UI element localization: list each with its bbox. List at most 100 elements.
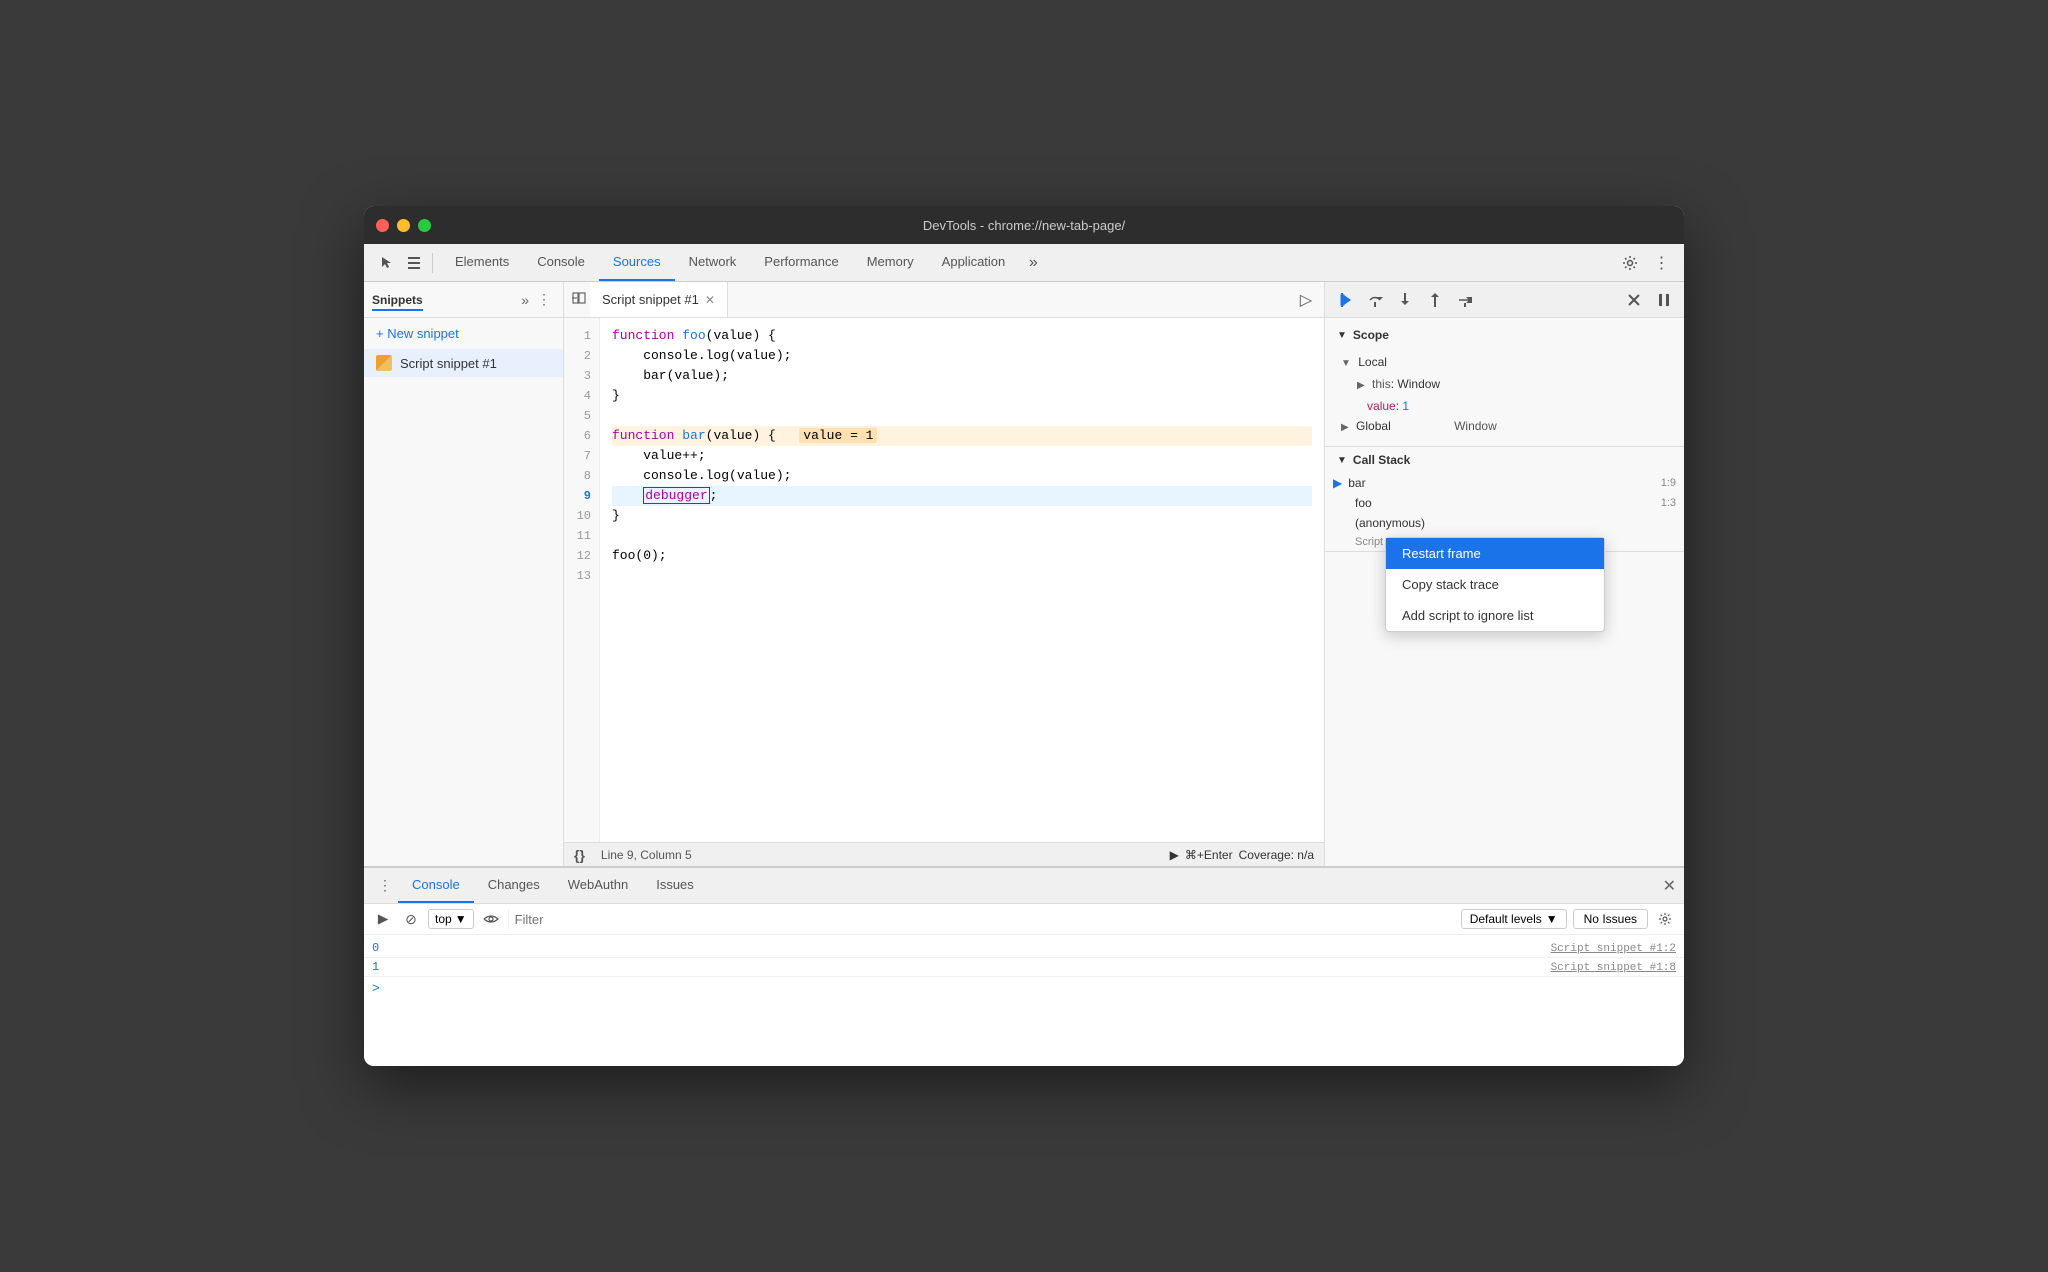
- console-settings-btn[interactable]: [1654, 908, 1676, 930]
- snippet-item[interactable]: Script snippet #1: [364, 349, 563, 377]
- callstack-bar[interactable]: ▶ bar 1:9: [1325, 473, 1684, 493]
- console-value-0: 0: [372, 941, 402, 955]
- editor-tab-close[interactable]: ✕: [705, 293, 715, 307]
- sidebar: Snippets » ⋮ + New snippet Script snippe…: [364, 282, 564, 866]
- bottom-tab-console[interactable]: Console: [398, 868, 474, 903]
- run-arrow[interactable]: ▶: [1170, 848, 1179, 862]
- callstack-header[interactable]: ▼ Call Stack: [1325, 447, 1684, 473]
- callstack-foo[interactable]: foo 1:3: [1325, 493, 1684, 513]
- callstack-anon[interactable]: (anonymous): [1325, 513, 1684, 533]
- drawer-icon-btn[interactable]: [400, 249, 428, 277]
- sidebar-title: Snippets: [372, 293, 517, 307]
- local-scope[interactable]: ▼ Local: [1341, 352, 1668, 374]
- console-levels-selector[interactable]: Default levels ▼: [1461, 909, 1567, 929]
- step-out-icon: [1426, 291, 1444, 309]
- sidebar-more-icon-btn[interactable]: »: [517, 290, 533, 310]
- bottom-close-btn[interactable]: ✕: [1663, 876, 1676, 896]
- sidebar-title-text: Snippets: [372, 293, 423, 311]
- toolbar-right: ⋮: [1616, 249, 1676, 277]
- maximize-button[interactable]: [418, 219, 431, 232]
- settings-btn[interactable]: [1616, 249, 1644, 277]
- bottom-tab-webauthn[interactable]: WebAuthn: [554, 868, 642, 903]
- code-line-5: [612, 406, 1312, 426]
- local-scope-items: ▶ this: Window value: 1: [1341, 374, 1668, 416]
- tab-console[interactable]: Console: [523, 244, 599, 281]
- callstack-arrow-icon: ▼: [1337, 455, 1347, 466]
- code-line-8: console.log(value);: [612, 466, 1312, 486]
- tab-elements[interactable]: Elements: [441, 244, 523, 281]
- console-toolbar: ▶ ⊘ top ▼ Default levels ▼ No Issues: [364, 904, 1684, 935]
- title-bar: DevTools - chrome://new-tab-page/: [364, 206, 1684, 244]
- console-top-selector[interactable]: top ▼: [428, 909, 474, 929]
- step-btn[interactable]: [1453, 288, 1477, 312]
- main-area: Snippets » ⋮ + New snippet Script snippe…: [364, 282, 1684, 866]
- step-over-icon: [1366, 291, 1384, 309]
- sidebar-kebab-btn[interactable]: ⋮: [533, 289, 555, 310]
- code-line-4: }: [612, 386, 1312, 406]
- line-col-status: Line 9, Column 5: [601, 848, 692, 862]
- value-item[interactable]: value: 1: [1357, 396, 1668, 416]
- more-options-btn[interactable]: ⋮: [1648, 249, 1676, 277]
- tab-memory[interactable]: Memory: [853, 244, 928, 281]
- close-button[interactable]: [376, 219, 389, 232]
- code-content[interactable]: function foo(value) { console.log(value)…: [600, 318, 1324, 842]
- context-menu-restart-frame[interactable]: Restart frame: [1386, 538, 1604, 569]
- active-editor-tab[interactable]: Script snippet #1 ✕: [590, 282, 728, 317]
- this-item[interactable]: ▶ this: Window: [1357, 374, 1668, 396]
- line-numbers: 1 2 3 4 5 6 7 8 9 10 11 12 13: [564, 318, 600, 842]
- new-snippet-button[interactable]: + New snippet: [364, 318, 563, 349]
- resume-btn[interactable]: [1333, 288, 1357, 312]
- bottom-tab-menu-btn[interactable]: ⋮: [372, 873, 398, 898]
- format-btn[interactable]: {}: [574, 847, 585, 863]
- code-line-2: console.log(value);: [612, 346, 1312, 366]
- scope-arrow: ▼: [1337, 330, 1347, 341]
- traffic-lights: [376, 219, 431, 232]
- step-into-btn[interactable]: [1393, 288, 1417, 312]
- scope-title: Scope: [1353, 328, 1389, 342]
- run-shortcut: ⌘+Enter: [1185, 848, 1233, 862]
- scope-content: ▼ Local ▶ this: Window value:: [1325, 348, 1684, 446]
- coverage-status: Coverage: n/a: [1239, 848, 1314, 862]
- tab-network[interactable]: Network: [675, 244, 751, 281]
- editor-back-btn[interactable]: [568, 287, 590, 312]
- context-menu: Restart frame Copy stack trace Add scrip…: [1385, 537, 1605, 632]
- tab-application[interactable]: Application: [928, 244, 1020, 281]
- run-status: ▶ ⌘+Enter Coverage: n/a: [1170, 848, 1314, 862]
- scope-header[interactable]: ▼ Scope: [1325, 322, 1684, 348]
- scope-section: ▼ Scope ▼ Local ▶ this: Window: [1325, 322, 1684, 447]
- more-tabs-btn[interactable]: »: [1019, 249, 1047, 277]
- context-menu-copy-trace[interactable]: Copy stack trace: [1386, 569, 1604, 600]
- window-title: DevTools - chrome://new-tab-page/: [923, 218, 1125, 233]
- deactivate-btn[interactable]: [1622, 288, 1646, 312]
- console-source-0[interactable]: Script snippet #1:2: [1551, 943, 1676, 955]
- debug-toolbar: [1325, 282, 1684, 318]
- resume-icon: [1336, 291, 1354, 309]
- editor-status-bar: {} Line 9, Column 5 ▶ ⌘+Enter Coverage: …: [564, 842, 1324, 866]
- bottom-panel: ⋮ Console Changes WebAuthn Issues ✕ ▶ ⊘ …: [364, 866, 1684, 1066]
- step-out-btn[interactable]: [1423, 288, 1447, 312]
- pause-btn[interactable]: [1652, 288, 1676, 312]
- editor-run-btn[interactable]: ▷: [1292, 286, 1320, 314]
- code-line-6: function bar(value) { value = 1: [612, 426, 1312, 446]
- tab-performance[interactable]: Performance: [750, 244, 852, 281]
- code-line-10: }: [612, 506, 1312, 526]
- console-source-1[interactable]: Script snippet #1:8: [1551, 962, 1676, 974]
- console-eye-btn[interactable]: [480, 908, 502, 930]
- step-icon: [1456, 291, 1474, 309]
- console-block-btn[interactable]: ⊘: [400, 908, 422, 930]
- tab-sources[interactable]: Sources: [599, 244, 675, 281]
- context-menu-add-ignore[interactable]: Add script to ignore list: [1386, 600, 1604, 631]
- console-prompt[interactable]: >: [364, 977, 1684, 1000]
- global-scope[interactable]: ▶ Global Window: [1341, 416, 1668, 438]
- code-line-7: value++;: [612, 446, 1312, 466]
- devtools-window: DevTools - chrome://new-tab-page/ Elemen…: [364, 206, 1684, 1066]
- bottom-tab-changes[interactable]: Changes: [474, 868, 554, 903]
- console-filter-input[interactable]: [508, 910, 1455, 929]
- cursor-icon-btn[interactable]: [372, 249, 400, 277]
- step-over-btn[interactable]: [1363, 288, 1387, 312]
- console-value-1: 1: [372, 960, 402, 974]
- bottom-tab-issues[interactable]: Issues: [642, 868, 708, 903]
- console-run-btn[interactable]: ▶: [372, 908, 394, 930]
- minimize-button[interactable]: [397, 219, 410, 232]
- code-line-13: [612, 566, 1312, 586]
